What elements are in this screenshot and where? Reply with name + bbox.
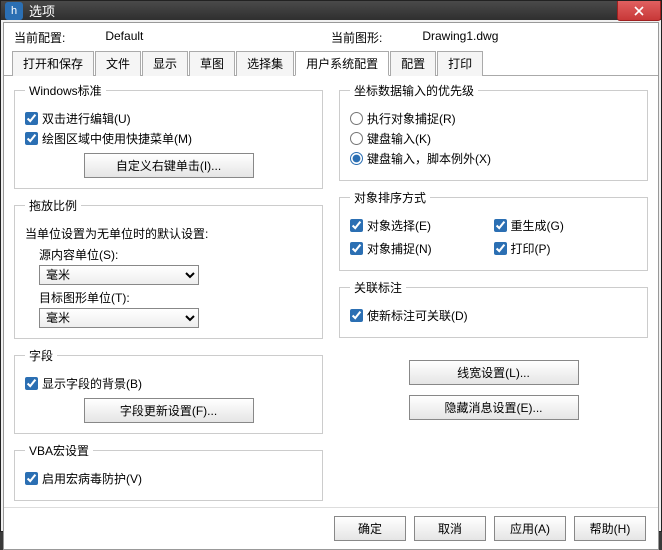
tab-body: Windows标准 双击进行编辑(U) 绘图区域中使用快捷菜单(M) 自定义右键… <box>4 76 658 507</box>
group-vba: VBA宏设置 启用宏病毒防护(V) <box>14 442 323 501</box>
tab-print[interactable]: 打印 <box>437 51 483 76</box>
chk-label: 启用宏病毒防护(V) <box>42 470 142 487</box>
chk-obj-snap[interactable] <box>350 242 363 255</box>
chk-label: 使新标注可关联(D) <box>367 307 468 324</box>
btn-hide-msg-settings[interactable]: 隐藏消息设置(E)... <box>409 395 579 420</box>
tab-profiles[interactable]: 配置 <box>390 51 436 76</box>
ok-button[interactable]: 确定 <box>334 516 406 541</box>
src-units-label: 源内容单位(S): <box>39 246 312 263</box>
chk-macro-virus-protection[interactable] <box>25 472 38 485</box>
tab-file[interactable]: 文件 <box>95 51 141 76</box>
titlebar: h 选项 <box>1 1 661 20</box>
tab-strip: 打开和保存 文件 显示 草图 选择集 用户系统配置 配置 打印 <box>4 50 658 76</box>
chk-print[interactable] <box>494 242 507 255</box>
chk-obj-select[interactable] <box>350 219 363 232</box>
close-button[interactable] <box>617 1 661 21</box>
tab-open-save[interactable]: 打开和保存 <box>12 51 94 76</box>
dialog-content: 当前配置: Default 当前图形: Drawing1.dwg 打开和保存 文… <box>3 22 659 550</box>
chk-label: 绘图区域中使用快捷菜单(M) <box>42 130 192 147</box>
note-label: 当单位设置为无单位时的默认设置: <box>25 225 208 242</box>
dialog-footer: 确定 取消 应用(A) 帮助(H) <box>4 507 658 549</box>
tab-display[interactable]: 显示 <box>142 51 188 76</box>
chk-new-dim-assoc[interactable] <box>350 309 363 322</box>
chk-label: 重生成(G) <box>511 217 564 234</box>
group-field: 字段 显示字段的背景(B) 字段更新设置(F)... <box>14 347 323 434</box>
group-object-sort: 对象排序方式 对象选择(E) 重生成(G) 对象捕捉(N) 打印(P) <box>339 189 648 271</box>
chk-label: 对象选择(E) <box>367 217 431 234</box>
group-legend: Windows标准 <box>25 82 106 99</box>
app-icon: h <box>5 2 23 20</box>
group-legend: 拖放比例 <box>25 197 81 214</box>
tab-user-prefs[interactable]: 用户系统配置 <box>295 51 389 76</box>
group-drag-scale: 拖放比例 当单位设置为无单位时的默认设置: 源内容单位(S): 毫米 目标图形单… <box>14 197 323 339</box>
chk-dblclick-edit[interactable] <box>25 112 38 125</box>
current-config-value: Default <box>105 29 143 46</box>
group-legend: 字段 <box>25 347 57 364</box>
radio-label: 键盘输入(K) <box>367 130 431 147</box>
radio-label: 执行对象捕捉(R) <box>367 110 456 127</box>
chk-shortcut-menu[interactable] <box>25 132 38 145</box>
chk-label: 对象捕捉(N) <box>367 240 432 257</box>
chk-field-background[interactable] <box>25 377 38 390</box>
apply-button[interactable]: 应用(A) <box>494 516 566 541</box>
group-legend: VBA宏设置 <box>25 442 93 459</box>
radio-osnap[interactable] <box>350 112 363 125</box>
window-title: 选项 <box>29 1 55 20</box>
select-source-units[interactable]: 毫米 <box>39 265 199 285</box>
chk-regen[interactable] <box>494 219 507 232</box>
group-legend: 坐标数据输入的优先级 <box>350 82 478 99</box>
group-assoc-dim: 关联标注 使新标注可关联(D) <box>339 279 648 338</box>
current-config-label: 当前配置: <box>14 29 65 46</box>
cancel-button[interactable]: 取消 <box>414 516 486 541</box>
radio-keyboard[interactable] <box>350 132 363 145</box>
chk-label: 打印(P) <box>511 240 551 257</box>
current-drawing-label: 当前图形: <box>331 29 382 46</box>
chk-label: 双击进行编辑(U) <box>42 110 131 127</box>
options-dialog: h 选项 当前配置: Default 当前图形: Drawing1.dwg 打开… <box>0 0 662 532</box>
tab-selection[interactable]: 选择集 <box>236 51 294 76</box>
chk-label: 显示字段的背景(B) <box>42 375 142 392</box>
current-drawing-value: Drawing1.dwg <box>422 29 498 46</box>
select-target-units[interactable]: 毫米 <box>39 308 199 328</box>
btn-lineweight-settings[interactable]: 线宽设置(L)... <box>409 360 579 385</box>
radio-keyboard-except-script[interactable] <box>350 152 363 165</box>
radio-label: 键盘输入，脚本例外(X) <box>367 150 491 167</box>
help-button[interactable]: 帮助(H) <box>574 516 646 541</box>
btn-field-update-settings[interactable]: 字段更新设置(F)... <box>84 398 254 423</box>
tab-draft[interactable]: 草图 <box>189 51 235 76</box>
tgt-units-label: 目标图形单位(T): <box>39 289 312 306</box>
close-icon <box>634 6 644 16</box>
group-legend: 关联标注 <box>350 279 406 296</box>
group-coord-priority: 坐标数据输入的优先级 执行对象捕捉(R) 键盘输入(K) 键盘输入，脚本例外(X… <box>339 82 648 181</box>
info-row: 当前配置: Default 当前图形: Drawing1.dwg <box>4 23 658 50</box>
group-windows-standard: Windows标准 双击进行编辑(U) 绘图区域中使用快捷菜单(M) 自定义右键… <box>14 82 323 189</box>
btn-custom-rightclick[interactable]: 自定义右键单击(I)... <box>84 153 254 178</box>
group-legend: 对象排序方式 <box>350 189 430 206</box>
